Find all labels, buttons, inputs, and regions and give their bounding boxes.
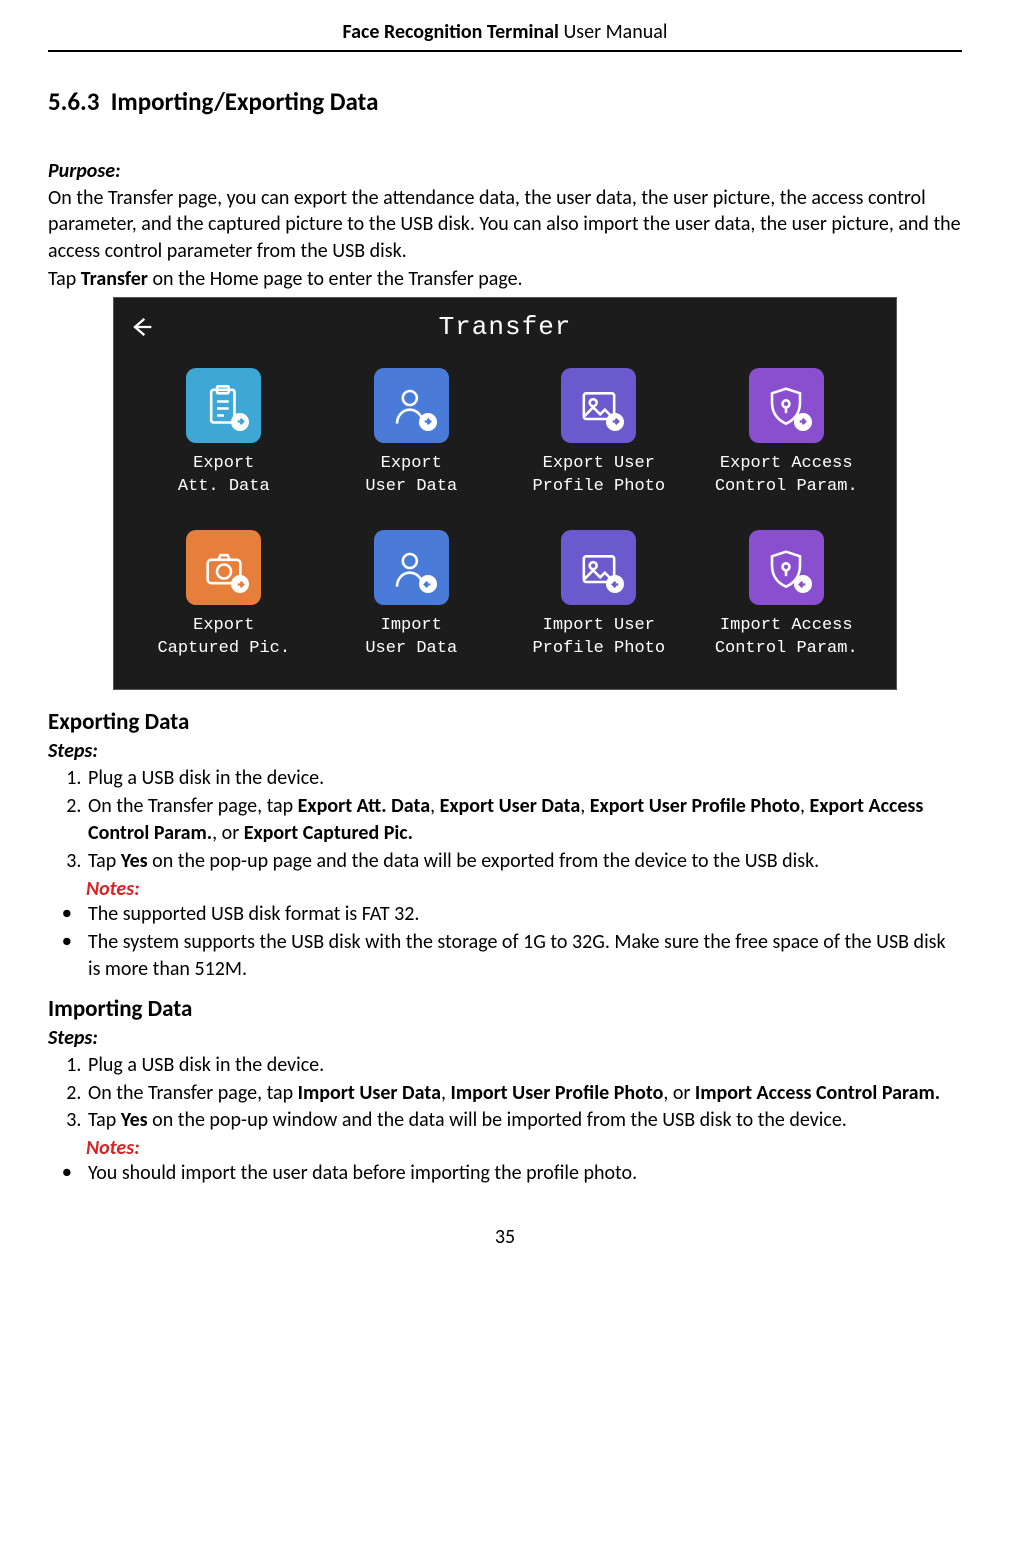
exporting-heading: Exporting Data	[48, 708, 962, 736]
transfer-tile[interactable]: Export Att. Data	[132, 368, 316, 499]
import-badge-icon	[606, 575, 624, 593]
transfer-tile[interactable]: Import User Data	[320, 530, 504, 661]
transfer-tile[interactable]: Export User Data	[320, 368, 504, 499]
screen-title: Transfer	[114, 312, 896, 342]
clipboard-tile-icon	[186, 368, 261, 443]
transfer-grid: Export Att. Data Export User Data Export U…	[114, 348, 896, 690]
transfer-screen: Transfer Export Att. Data Export User Dat…	[113, 297, 897, 691]
transfer-tile[interactable]: Export User Profile Photo	[507, 368, 691, 499]
import-badge-icon	[419, 575, 437, 593]
transfer-screen-figure: Transfer Export Att. Data Export User Dat…	[48, 297, 962, 691]
exporting-notes-list: The supported USB disk format is FAT 32.…	[48, 901, 962, 983]
note-item: You should import the user data before i…	[62, 1160, 962, 1187]
importing-steps-list: Plug a USB disk in the device.On the Tra…	[48, 1052, 962, 1134]
step-item: On the Transfer page, tap Export Att. Da…	[86, 793, 962, 847]
back-arrow-icon[interactable]	[128, 313, 156, 341]
exporting-steps-list: Plug a USB disk in the device.On the Tra…	[48, 765, 962, 874]
step-item: Tap Yes on the pop-up page and the data …	[86, 848, 962, 875]
transfer-tile-label: Import User Data	[365, 615, 457, 661]
transfer-tile-label: Export Captured Pic.	[157, 615, 290, 661]
export-badge-icon	[606, 413, 624, 431]
step-item: Plug a USB disk in the device.	[86, 1052, 962, 1079]
page-number: 35	[48, 1225, 962, 1249]
importing-notes-label: Notes:	[86, 1136, 962, 1160]
export-badge-icon	[419, 413, 437, 431]
step-item: On the Transfer page, tap Import User Da…	[86, 1080, 962, 1107]
shield-tile-icon	[749, 530, 824, 605]
transfer-tile-label: Export Access Control Param.	[715, 453, 858, 499]
export-badge-icon	[231, 575, 249, 593]
transfer-tile[interactable]: Import User Profile Photo	[507, 530, 691, 661]
transfer-tile-label: Import Access Control Param.	[715, 615, 858, 661]
shield-tile-icon	[749, 368, 824, 443]
transfer-tile-label: Export User Profile Photo	[532, 453, 665, 499]
section-number: 5.6.3	[48, 86, 99, 117]
purpose-label: Purpose:	[48, 159, 962, 183]
section-title-text: Importing/Exporting Data	[111, 86, 379, 117]
tap-instruction: Tap Transfer on the Home page to enter t…	[48, 266, 962, 292]
importing-heading: Importing Data	[48, 995, 962, 1023]
importing-steps-label: Steps:	[48, 1026, 962, 1050]
import-badge-icon	[794, 575, 812, 593]
step-item: Plug a USB disk in the device.	[86, 765, 962, 792]
photo-tile-icon	[561, 368, 636, 443]
transfer-tile-label: Export User Data	[365, 453, 457, 499]
export-badge-icon	[794, 413, 812, 431]
person-tile-icon	[374, 368, 449, 443]
step-item: Tap Yes on the pop-up window and the dat…	[86, 1107, 962, 1134]
screen-titlebar: Transfer	[114, 298, 896, 348]
export-badge-icon	[231, 413, 249, 431]
transfer-tile-label: Export Att. Data	[178, 453, 270, 499]
exporting-steps-label: Steps:	[48, 739, 962, 763]
transfer-tile[interactable]: Export Access Control Param.	[695, 368, 879, 499]
transfer-tile[interactable]: Import Access Control Param.	[695, 530, 879, 661]
note-item: The supported USB disk format is FAT 32.	[62, 901, 962, 928]
doc-title-bold: Face Recognition Terminal	[343, 20, 559, 44]
section-heading: 5.6.3 Importing/Exporting Data	[48, 86, 962, 117]
importing-notes-list: You should import the user data before i…	[48, 1160, 962, 1187]
exporting-notes-label: Notes:	[86, 877, 962, 901]
transfer-tile-label: Import User Profile Photo	[532, 615, 665, 661]
photo-tile-icon	[561, 530, 636, 605]
person-tile-icon	[374, 530, 449, 605]
purpose-text: On the Transfer page, you can export the…	[48, 185, 962, 264]
document-header: Face Recognition Terminal User Manual	[48, 20, 962, 52]
doc-title-rest: User Manual	[559, 20, 668, 44]
transfer-tile[interactable]: Export Captured Pic.	[132, 530, 316, 661]
note-item: The system supports the USB disk with th…	[62, 929, 962, 983]
camera-tile-icon	[186, 530, 261, 605]
